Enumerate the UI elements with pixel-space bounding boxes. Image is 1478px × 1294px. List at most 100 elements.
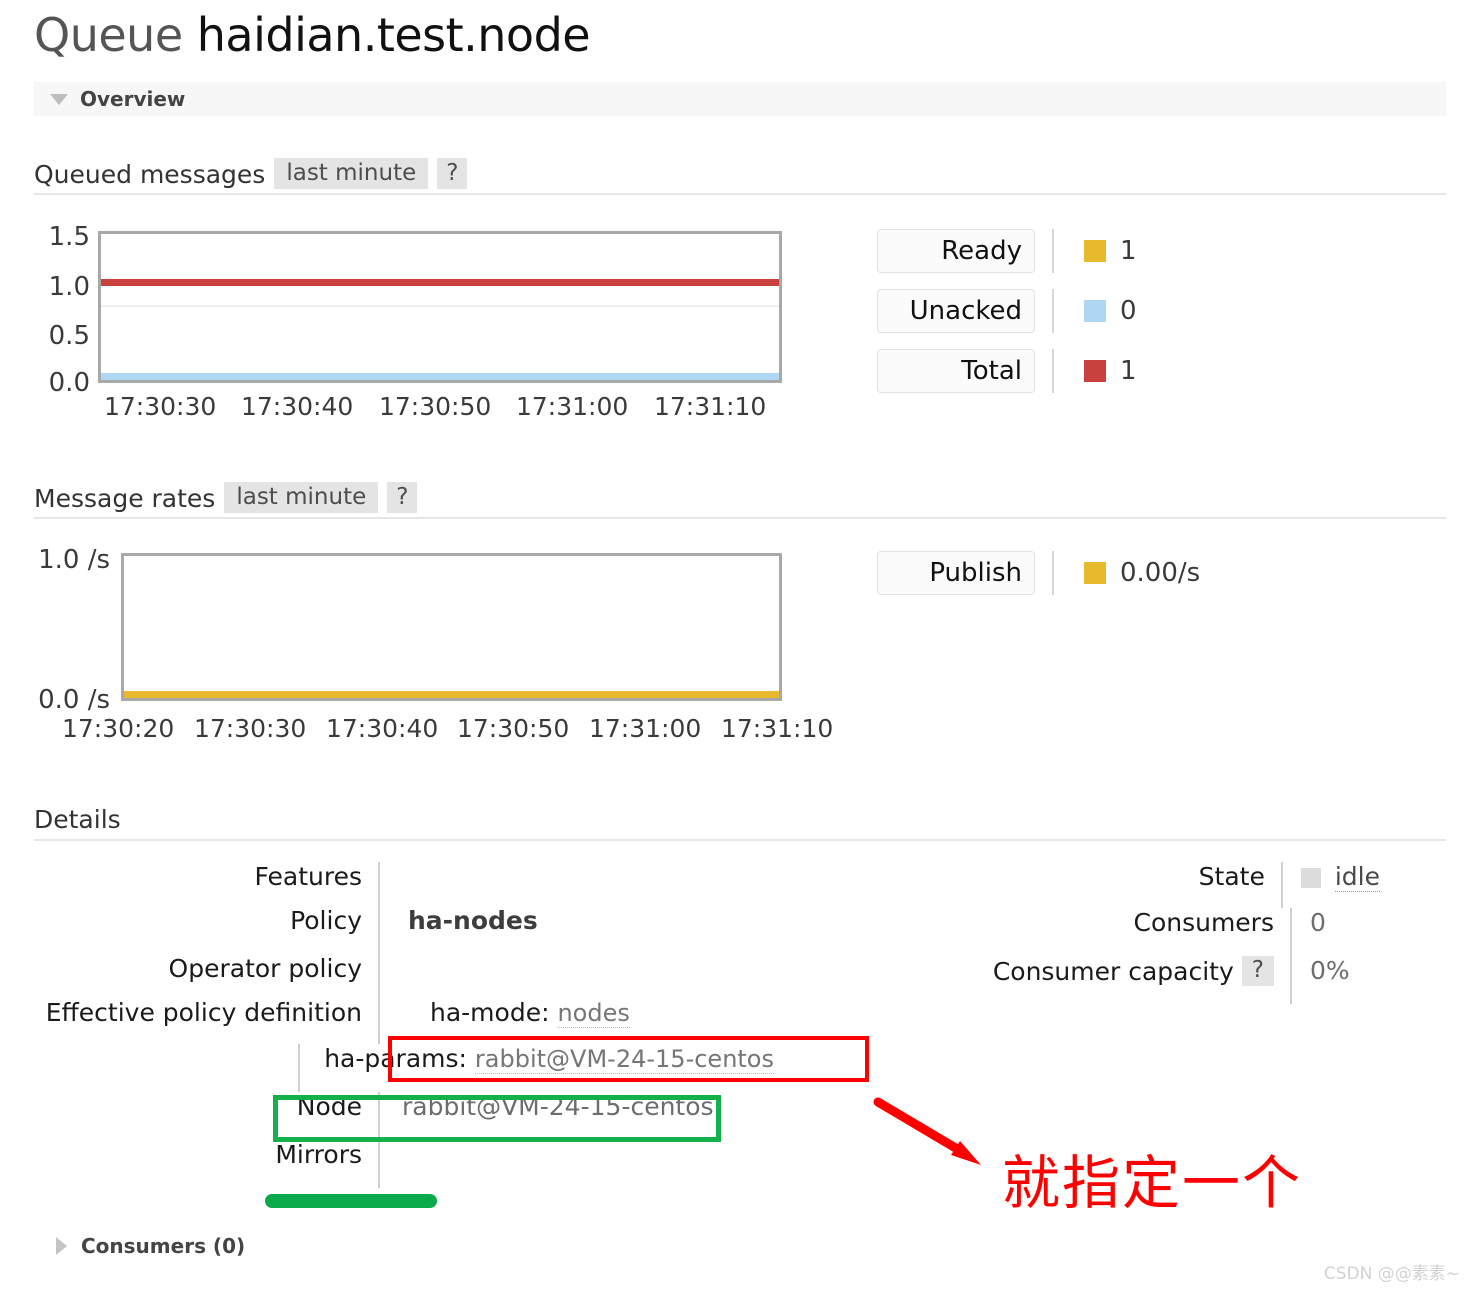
- chart2-xtick-2: 17:30:40: [326, 714, 439, 743]
- watermark: CSDN @@素素~: [1323, 1264, 1460, 1284]
- queued-messages-help-icon[interactable]: ?: [437, 158, 468, 189]
- queued-messages-legend: Ready 1 Unacked 0 Total 1: [877, 229, 1137, 409]
- message-rates-period-chip[interactable]: last minute: [224, 482, 379, 513]
- details-row-node: Node rabbit@VM-24-15-centos: [34, 1092, 774, 1140]
- page-title-queue-name: haidian.test.node: [196, 8, 591, 62]
- chart1-gridline-0.5: [101, 305, 779, 307]
- legend-swatch-unacked: [1084, 300, 1106, 322]
- chart2-xtick-5: 17:31:10: [721, 714, 834, 743]
- legend-divider: [1052, 229, 1054, 273]
- details-right-table: State idle Consumers 0 Consumer capacity…: [960, 862, 1380, 1004]
- legend-row-total: Total 1: [877, 349, 1137, 393]
- legend-button-ready[interactable]: Ready: [877, 229, 1035, 273]
- legend-swatch-publish: [1084, 562, 1106, 584]
- policy-def-key-ha-params: ha-params:: [324, 1044, 467, 1073]
- chart1-xtick-1: 17:30:40: [241, 392, 354, 421]
- chart1-ytick-0: 1.5: [48, 222, 90, 252]
- legend-row-ready: Ready 1: [877, 229, 1137, 273]
- chart1-series-unacked: [101, 373, 779, 380]
- details-value-policy[interactable]: ha-nodes: [380, 906, 538, 935]
- chart2-plot-area: [121, 553, 782, 701]
- details-title: Details: [34, 805, 1446, 841]
- queued-messages-period-chip[interactable]: last minute: [274, 158, 429, 189]
- queued-messages-header: Queued messages last minute ?: [34, 158, 1446, 195]
- details-key-effective-policy-definition: Effective policy definition: [45, 998, 362, 1027]
- chart1-xtick-2: 17:30:50: [379, 392, 492, 421]
- consumers-section-header[interactable]: Consumers (0): [34, 1229, 1446, 1263]
- consumer-capacity-help-icon[interactable]: ?: [1241, 956, 1274, 986]
- chart2-xtick-4: 17:31:00: [589, 714, 702, 743]
- details-key-operator-policy: Operator policy: [168, 954, 362, 983]
- chart1-ytick-2: 0.5: [48, 321, 90, 351]
- details-key-consumer-capacity: Consumer capacity: [992, 956, 1234, 986]
- chart2-ytick-0: 1.0 /s: [38, 545, 110, 575]
- details-key-node: Node: [296, 1092, 362, 1121]
- chart2-xtick-0: 17:30:20: [62, 714, 175, 743]
- legend-swatch-ready: [1084, 240, 1106, 262]
- details-key-features: Features: [254, 862, 363, 891]
- chart1-xtick-0: 17:30:30: [104, 392, 217, 421]
- status-badge: idle: [1334, 862, 1380, 892]
- details-row-effective-policy-definition: Effective policy definition ha-mode: nod…: [34, 998, 774, 1044]
- details-value-node: rabbit@VM-24-15-centos: [402, 1092, 714, 1121]
- details-key-consumers: Consumers: [1133, 908, 1274, 937]
- overview-section-label: Overview: [80, 87, 186, 111]
- queued-messages-title: Queued messages: [34, 160, 266, 189]
- chart1-series-total: [101, 279, 779, 286]
- legend-divider: [1052, 349, 1054, 393]
- details-key-state: State: [1198, 862, 1265, 891]
- details-key-policy: Policy: [290, 906, 362, 935]
- details-row-operator-policy: Operator policy: [34, 954, 774, 998]
- chart2-ytick-1: 0.0 /s: [38, 685, 110, 715]
- details-row-policy: Policy ha-nodes: [34, 906, 774, 954]
- legend-divider: [1052, 551, 1054, 595]
- annotation-chinese-note: 就指定一个: [1002, 1149, 1303, 1217]
- details-row-mirrors: Mirrors: [34, 1140, 774, 1188]
- overview-section-header[interactable]: Overview: [34, 82, 1446, 116]
- details-key-consumer-capacity-wrap: Consumer capacity ?: [960, 956, 1290, 986]
- details-value-ha-params: ha-params: rabbit@VM-24-15-centos: [300, 1044, 774, 1074]
- policy-def-value-ha-mode: nodes: [557, 999, 630, 1028]
- consumers-section-label: Consumers (0): [81, 1234, 246, 1258]
- message-rates-help-icon[interactable]: ?: [387, 482, 418, 513]
- chart2-series-publish: [124, 691, 779, 698]
- details-row-features: Features: [34, 862, 774, 906]
- legend-value-publish: 0.00/s: [1120, 558, 1201, 588]
- arrow-down-right-icon: [873, 1097, 981, 1165]
- policy-def-value-ha-params: rabbit@VM-24-15-centos: [474, 1045, 774, 1074]
- details-row-consumers: Consumers 0: [960, 908, 1380, 956]
- chart1-plot-area: [98, 231, 782, 383]
- details-row-consumer-capacity: Consumer capacity ? 0%: [960, 956, 1380, 1004]
- chart2-xtick-1: 17:30:30: [194, 714, 307, 743]
- message-rates-legend: Publish 0.00/s: [877, 551, 1200, 611]
- details-row-ha-params: ha-params: rabbit@VM-24-15-centos: [34, 1044, 774, 1092]
- page-title-kind: Queue: [34, 8, 183, 62]
- legend-row-unacked: Unacked 0: [877, 289, 1137, 333]
- legend-button-publish[interactable]: Publish: [877, 551, 1035, 595]
- details-value-state: idle: [1283, 862, 1380, 892]
- message-rates-header: Message rates last minute ?: [34, 482, 1446, 519]
- annotation-green-underline-mirrors: [265, 1194, 437, 1208]
- legend-button-unacked[interactable]: Unacked: [877, 289, 1035, 333]
- legend-value-total: 1: [1120, 356, 1137, 386]
- details-left-table: Features Policy ha-nodes Operator policy…: [34, 862, 774, 1188]
- details-row-state: State idle: [960, 862, 1380, 908]
- legend-row-publish: Publish 0.00/s: [877, 551, 1200, 595]
- legend-value-unacked: 0: [1120, 296, 1137, 326]
- details-value-consumers: 0: [1310, 908, 1326, 937]
- details-column-divider: [378, 862, 380, 906]
- details-column-divider: [378, 954, 380, 998]
- details-value-ha-mode: ha-mode: nodes: [380, 998, 630, 1028]
- details-key-mirrors: Mirrors: [275, 1140, 362, 1169]
- triangle-right-icon: [56, 1237, 67, 1255]
- legend-swatch-total: [1084, 360, 1106, 382]
- legend-button-total[interactable]: Total: [877, 349, 1035, 393]
- chart1-xtick-4: 17:31:10: [654, 392, 767, 421]
- details-value-consumer-capacity: 0%: [1310, 956, 1350, 985]
- policy-def-key-ha-mode: ha-mode:: [430, 998, 550, 1027]
- page-title: Queue haidian.test.node: [34, 8, 591, 62]
- chart1-xtick-3: 17:31:00: [516, 392, 629, 421]
- chart1-ytick-3: 0.0: [48, 368, 90, 398]
- chart1-ytick-1: 1.0: [48, 272, 90, 302]
- details-column-divider: [378, 1140, 380, 1188]
